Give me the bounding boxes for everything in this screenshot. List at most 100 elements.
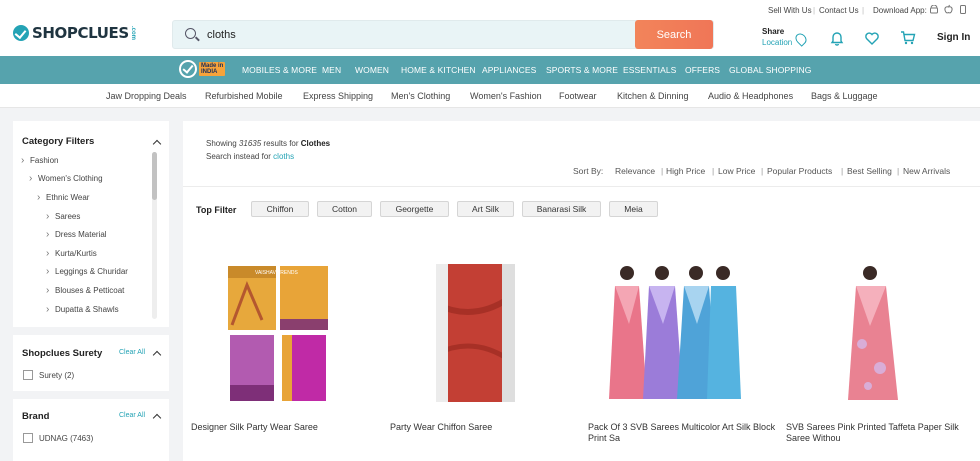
top-filter-label: Top Filter xyxy=(196,205,237,215)
sort-new-arrivals[interactable]: New Arrivals xyxy=(903,166,950,176)
tree-item-dupatta-shawls[interactable]: Dupatta & Shawls xyxy=(46,304,119,315)
tree-item-ethnic-wear[interactable]: Ethnic Wear xyxy=(37,192,90,203)
tree-item-womens-clothing[interactable]: Women's Clothing xyxy=(29,173,102,184)
sort-relevance[interactable]: Relevance xyxy=(615,166,655,176)
quick-link-bags-luggage[interactable]: Bags & Luggage xyxy=(811,91,878,101)
showing-prefix: Showing xyxy=(206,139,237,148)
instead-prefix: Search instead for xyxy=(206,152,271,161)
brand-checkbox[interactable] xyxy=(23,433,33,443)
product-image[interactable] xyxy=(840,264,906,402)
sort-popular-products[interactable]: Popular Products xyxy=(767,166,832,176)
search-button[interactable]: Search xyxy=(635,20,713,49)
top-header: SHOPCLUES .com Search Sell With Us | Con… xyxy=(0,0,980,56)
search-instead: Search instead for cloths xyxy=(206,152,294,161)
filter-chip-cotton[interactable]: Cotton xyxy=(317,201,372,217)
quick-link-kitchen-dinning[interactable]: Kitchen & Dinning xyxy=(617,91,689,101)
quick-link-express-shipping[interactable]: Express Shipping xyxy=(303,91,373,101)
sort-divider: | xyxy=(841,166,844,176)
quick-link-footwear[interactable]: Footwear xyxy=(559,91,597,101)
quick-link-womens-fashion[interactable]: Women's Fashion xyxy=(470,91,542,101)
product-image[interactable] xyxy=(607,264,742,401)
apple-icon[interactable] xyxy=(944,4,953,14)
filter-chip-georgette[interactable]: Georgette xyxy=(380,201,449,217)
surety-checkbox[interactable] xyxy=(23,370,33,380)
search-bar: Search xyxy=(172,20,714,49)
nav-appliances[interactable]: APPLIANCES xyxy=(482,65,536,75)
badge-text: Made in INDIA xyxy=(199,62,226,76)
sort-divider: | xyxy=(761,166,764,176)
sort-best-selling[interactable]: Best Selling xyxy=(847,166,892,176)
filter-chip-banarasi-silk[interactable]: Banarasi Silk xyxy=(522,201,601,217)
nav-sports-more[interactable]: SPORTS & MORE xyxy=(546,65,618,75)
quick-links-bar: Jaw Dropping Deals Refurbished Mobile Ex… xyxy=(0,84,980,108)
nav-home-kitchen[interactable]: HOME & KITCHEN xyxy=(401,65,476,75)
phone-icon[interactable] xyxy=(958,5,968,14)
nav-women[interactable]: WOMEN xyxy=(355,65,389,75)
tree-item-leggings-churidar[interactable]: Leggings & Churidar xyxy=(46,266,128,277)
quick-link-audio-headphones[interactable]: Audio & Headphones xyxy=(708,91,793,101)
search-instead-link[interactable]: cloths xyxy=(273,152,294,161)
surety-option-label: Surety (2) xyxy=(39,371,75,380)
logo-text: SHOPCLUES xyxy=(32,24,129,42)
contact-us-link[interactable]: Contact Us xyxy=(819,6,859,15)
quick-link-mens-clothing[interactable]: Men's Clothing xyxy=(391,91,450,101)
nav-global-shopping[interactable]: GLOBAL SHOPPING xyxy=(729,65,811,75)
tree-item-fashion[interactable]: Fashion xyxy=(21,155,59,166)
category-filters-title: Category Filters xyxy=(22,136,95,147)
nav-mobiles-more[interactable]: MOBILES & MORE xyxy=(242,65,317,75)
brand-option-label: UDNAG (7463) xyxy=(39,434,94,443)
product-image-caption: VAISHAV TRENDS xyxy=(255,270,298,276)
logo-suffix: .com xyxy=(129,25,136,40)
product-image[interactable]: VAISHAV TRENDS xyxy=(227,265,329,403)
filter-chip-art-silk[interactable]: Art Silk xyxy=(457,201,514,217)
sort-divider: | xyxy=(661,166,664,176)
product-image[interactable] xyxy=(436,264,515,402)
tree-item-blouses-petticoat[interactable]: Blouses & Petticoat xyxy=(46,285,124,296)
wishlist-heart-icon[interactable] xyxy=(864,30,880,46)
results-divider xyxy=(183,186,980,187)
nav-men[interactable]: MEN xyxy=(322,65,341,75)
share-location[interactable]: Share Location xyxy=(762,27,792,47)
filter-chip-meia[interactable]: Meia xyxy=(609,201,658,217)
cart-icon[interactable] xyxy=(900,30,916,46)
product-name[interactable]: SVB Sarees Pink Printed Taffeta Paper Si… xyxy=(786,422,976,444)
sign-in-link[interactable]: Sign In xyxy=(937,32,970,43)
search-icon xyxy=(185,28,196,39)
results-count: 31635 xyxy=(238,139,262,148)
sort-high-price[interactable]: High Price xyxy=(666,166,705,176)
search-input[interactable] xyxy=(207,21,627,48)
product-name[interactable]: Designer Silk Party Wear Saree xyxy=(191,422,381,433)
product-name[interactable]: Pack Of 3 SVB Sarees Multicolor Art Silk… xyxy=(588,422,778,444)
surety-clear-all[interactable]: Clear All xyxy=(119,349,145,356)
shopclues-logo[interactable]: SHOPCLUES .com xyxy=(13,24,136,42)
quick-link-jaw-dropping-deals[interactable]: Jaw Dropping Deals xyxy=(106,91,187,101)
sell-with-us-link[interactable]: Sell With Us xyxy=(768,6,812,15)
badge-check-icon xyxy=(179,60,197,78)
location-pin-icon[interactable] xyxy=(793,31,809,47)
showing-middle: results for xyxy=(263,139,299,148)
bell-icon[interactable] xyxy=(829,30,845,46)
filter-chip-chiffon[interactable]: Chiffon xyxy=(251,201,309,217)
nav-essentials[interactable]: ESSENTIALS xyxy=(623,65,676,75)
quick-link-refurbished-mobile[interactable]: Refurbished Mobile xyxy=(205,91,283,101)
sort-low-price[interactable]: Low Price xyxy=(718,166,755,176)
tree-item-sarees[interactable]: Sarees xyxy=(46,211,80,222)
tree-item-kurta-kurtis[interactable]: Kurta/Kurtis xyxy=(46,248,97,259)
sidebar-divider xyxy=(13,327,169,335)
sidebar-divider xyxy=(13,391,169,399)
category-scrollbar-thumb[interactable] xyxy=(152,152,157,200)
nav-offers[interactable]: OFFERS xyxy=(685,65,720,75)
results-summary: Showing 31635 results for Clothes xyxy=(206,139,330,148)
sort-divider: | xyxy=(897,166,900,176)
download-app-label: Download App: xyxy=(873,6,927,15)
results-query: Clothes xyxy=(300,139,331,148)
util-divider: | xyxy=(862,6,865,15)
made-in-india-badge[interactable]: Made in INDIA xyxy=(179,60,226,78)
tree-item-dress-material[interactable]: Dress Material xyxy=(46,229,107,240)
android-icon[interactable] xyxy=(929,5,939,14)
shopclues-surety-title: Shopclues Surety xyxy=(22,348,103,359)
product-name[interactable]: Party Wear Chiffon Saree xyxy=(390,422,580,433)
sort-divider: | xyxy=(712,166,715,176)
brand-clear-all[interactable]: Clear All xyxy=(119,412,145,419)
logo-check-icon xyxy=(13,25,29,41)
